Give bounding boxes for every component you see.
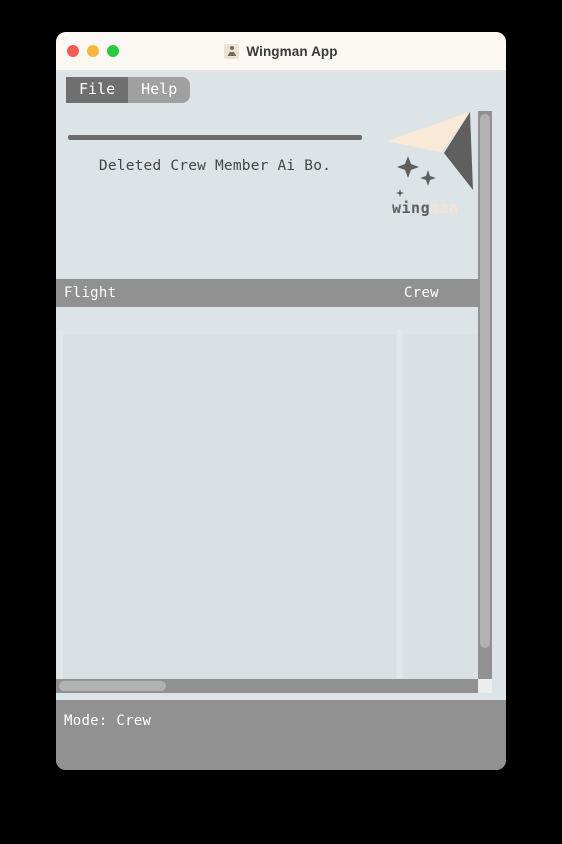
flight-list-pane[interactable] xyxy=(63,335,396,693)
menu-item-help[interactable]: Help xyxy=(128,77,191,103)
person-badge-icon xyxy=(224,43,240,59)
table-body xyxy=(56,111,492,693)
application-window: Wingman App File Help Deleted Crew Membe… xyxy=(56,32,506,770)
table-header-row: Flight Crew xyxy=(56,279,492,307)
column-header-crew[interactable]: Crew xyxy=(404,285,439,301)
pane-divider-middle xyxy=(397,329,402,693)
menu-bar: File Help xyxy=(56,71,506,103)
logo-wordmark-man: man xyxy=(430,199,459,217)
menu-item-file[interactable]: File xyxy=(66,77,129,103)
titlebar-center: Wingman App xyxy=(56,43,506,59)
separator-bar xyxy=(68,135,362,140)
column-header-flight[interactable]: Flight xyxy=(56,285,116,301)
logo-wordmark: wingman xyxy=(392,199,459,217)
vertical-scrollbar-thumb[interactable] xyxy=(480,114,490,648)
status-bar-mode-text: Mode: Crew xyxy=(64,713,152,729)
window-title: Wingman App xyxy=(246,43,338,59)
horizontal-scrollbar[interactable] xyxy=(56,679,478,693)
status-bar: Mode: Crew xyxy=(56,700,506,770)
content-region: Flight Crew xyxy=(56,111,506,707)
wingman-logo: wingman xyxy=(384,108,484,223)
banner-region: Deleted Crew Member Ai Bo. wingman xyxy=(56,103,506,255)
scrollbar-corner xyxy=(478,679,492,693)
status-message: Deleted Crew Member Ai Bo. xyxy=(98,158,332,174)
logo-wordmark-wing: wing xyxy=(392,199,431,217)
vertical-scrollbar[interactable] xyxy=(478,111,492,679)
window-titlebar: Wingman App xyxy=(56,32,506,71)
horizontal-scrollbar-thumb[interactable] xyxy=(59,681,166,691)
